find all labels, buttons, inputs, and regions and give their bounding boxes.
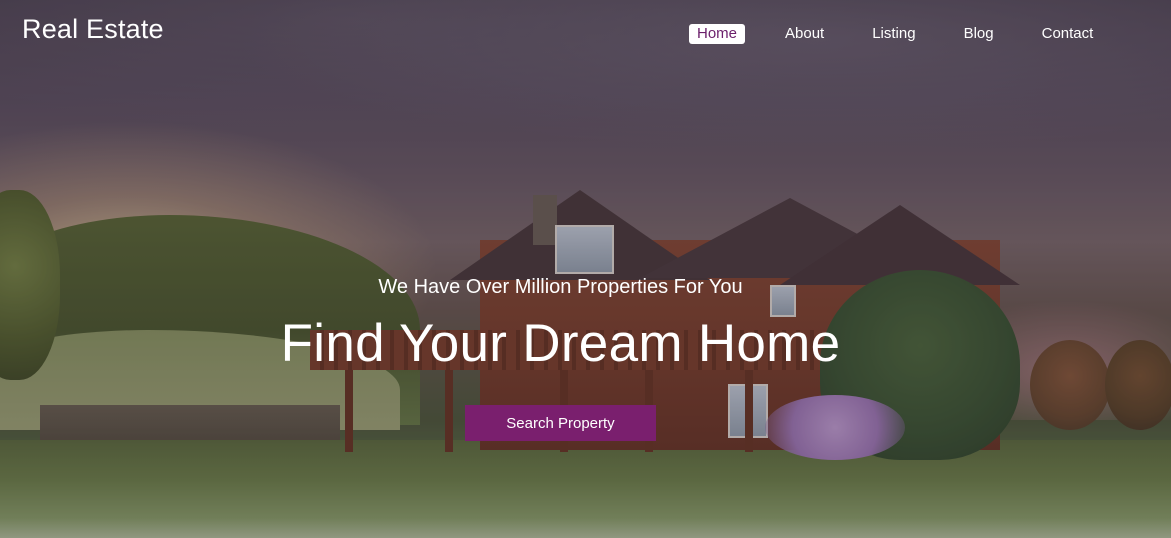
main-nav: Home About Listing Blog Contact [689,24,1101,44]
hero-headline: Find Your Dream Home [280,314,841,373]
site-logo[interactable]: Real Estate [22,14,164,45]
nav-item-blog[interactable]: Blog [956,24,1002,44]
hero-overlay [0,0,1171,538]
hero-subtitle: We Have Over Million Properties For You [378,276,743,298]
search-property-button[interactable]: Search Property [465,405,656,441]
nav-item-about[interactable]: About [777,24,832,44]
nav-item-listing[interactable]: Listing [864,24,923,44]
nav-item-home[interactable]: Home [689,24,746,44]
hero-section: Real Estate Home About Listing Blog Cont… [0,0,1171,538]
nav-item-contact[interactable]: Contact [1034,24,1102,44]
